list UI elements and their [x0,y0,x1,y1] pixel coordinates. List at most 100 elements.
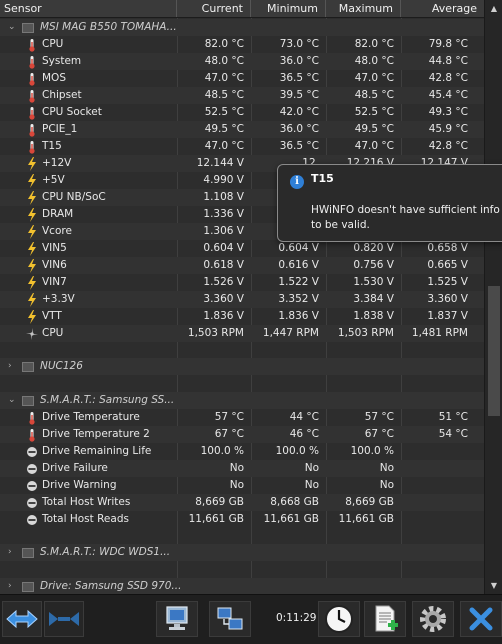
sensor-label: CPU NB/SoC [0,189,177,206]
value-minimum: 0.616 V [278,259,319,271]
scroll-down-icon[interactable]: ▼ [485,577,502,594]
sensor-name: Chipset [42,89,82,101]
network-button[interactable] [209,601,251,637]
value-current: 3.360 V [203,293,244,305]
sensor-group[interactable]: › NUC126 [0,358,484,375]
column-header: Sensor Current Minimum Maximum Average [0,0,484,18]
close-button[interactable] [460,601,502,637]
chip-icon [22,361,34,372]
sensor-name: CPU Socket [42,106,102,118]
group-name: NUC126 [40,360,83,372]
table-row[interactable]: Drive Temperature 2 67 °C 46 °C 67 °C 54 °C [0,426,484,443]
chevron-right-icon[interactable]: › [8,578,18,594]
tooltip-title: T15 [311,172,334,185]
vertical-scrollbar[interactable]: ▲ ▼ [484,0,502,594]
sensor-name: T15 [42,140,62,152]
sensor-group[interactable]: ⌄ MSI MAG B550 TOMAHA... [0,19,484,36]
table-row[interactable]: CPU 82.0 °C 73.0 °C 82.0 °C 79.8 °C [0,36,484,53]
table-row[interactable]: Drive Temperature 57 °C 44 °C 57 °C 51 °C [0,409,484,426]
value-current: 1.336 V [203,208,244,220]
value-minimum: 1,447 RPM [262,327,319,339]
header-minimum[interactable]: Minimum [251,0,326,17]
value-minimum: 46 °C [289,428,319,440]
sensor-group[interactable]: ⌄ S.M.A.R.T.: Samsung SS... [0,392,484,409]
table-row[interactable]: Drive Failure No No No [0,460,484,477]
table-row[interactable]: Total Host Reads 11,661 GB 11,661 GB 11,661… [0,511,484,528]
value-average: 42.8 °C [428,140,468,152]
table-row[interactable]: Drive Warning No No No [0,477,484,494]
sensor-name: Total Host Writes [42,496,131,508]
sensor-name: Drive Temperature 2 [42,428,150,440]
table-row[interactable]: CPU Socket 52.5 °C 42.0 °C 52.5 °C 49.3 °C [0,104,484,121]
table-row[interactable]: T15 47.0 °C 36.5 °C 47.0 °C 42.8 °C [0,138,484,155]
sensor-group[interactable]: › S.M.A.R.T.: WDC WDS1... [0,544,484,561]
clock-button[interactable] [318,601,360,637]
table-row[interactable]: Drive Remaining Life 100.0 % 100.0 % 100.0 … [0,443,484,460]
settings-button[interactable] [412,601,454,637]
chevron-right-icon[interactable]: › [8,544,18,561]
value-maximum: 1.530 V [353,276,394,288]
sensor-label: Drive Warning [0,477,177,494]
value-average: 0.658 V [427,242,468,254]
table-row[interactable]: MOS 47.0 °C 36.5 °C 47.0 °C 42.8 °C [0,70,484,87]
table-row[interactable]: PCIE_1 49.5 °C 36.0 °C 49.5 °C 45.9 °C [0,121,484,138]
chevron-right-icon[interactable]: › [8,358,18,375]
value-current: 48.0 °C [204,55,244,67]
sensor-name: VTT [42,310,62,322]
value-average: 1,481 RPM [411,327,468,339]
chip-icon [22,581,34,592]
scrollbar-thumb[interactable] [488,286,500,416]
value-maximum: 1.838 V [353,310,394,322]
header-maximum[interactable]: Maximum [326,0,401,17]
value-average: 45.4 °C [428,89,468,101]
lightning-icon [26,156,38,171]
header-sensor[interactable]: Sensor [0,0,177,17]
log-button[interactable] [364,601,406,637]
sensor-name: System [42,55,82,67]
thermometer-icon [26,411,38,425]
table-row[interactable]: VIN6 0.618 V 0.616 V 0.756 V 0.665 V [0,257,484,274]
table-row[interactable]: +3.3V 3.360 V 3.352 V 3.384 V 3.360 V [0,291,484,308]
value-maximum: 8,669 GB [345,496,394,508]
thermometer-icon [26,38,38,52]
header-average[interactable]: Average [401,0,484,17]
value-current: 1,503 RPM [187,327,244,339]
table-row[interactable]: Total Host Writes 8,669 GB 8,668 GB 8,669 G… [0,494,484,511]
value-maximum: 0.756 V [353,259,394,271]
value-current: 100.0 % [200,445,244,457]
value-average: 51 °C [438,411,468,423]
value-maximum: No [379,462,394,474]
sensor-label: Total Host Reads [0,511,177,528]
table-row[interactable]: VIN7 1.526 V 1.522 V 1.530 V 1.525 V [0,274,484,291]
sensor-label: MOS [0,70,177,87]
group-name: Drive: Samsung SSD 970... [40,580,182,592]
network-icon [217,607,243,630]
lightning-icon [26,173,38,188]
chevron-down-icon[interactable]: ⌄ [8,19,18,36]
table-row[interactable]: VIN5 0.604 V 0.604 V 0.820 V 0.658 V [0,240,484,257]
group-label: › NUC126 [0,358,83,375]
sensor-label: +12V [0,155,177,172]
value-average: 44.8 °C [428,55,468,67]
disk-icon [26,445,38,459]
value-current: 47.0 °C [204,140,244,152]
value-minimum: 11,661 GB [263,513,319,525]
report-button[interactable] [156,601,198,637]
lightning-icon [26,190,38,205]
sensor-label: Drive Remaining Life [0,443,177,460]
table-row[interactable]: System 48.0 °C 36.0 °C 48.0 °C 44.8 °C [0,53,484,70]
sensor-label: VIN5 [0,240,177,257]
table-row[interactable]: VTT 1.836 V 1.836 V 1.838 V 1.837 V [0,308,484,325]
expand-collapse-button[interactable] [2,601,42,637]
scroll-up-icon[interactable]: ▲ [485,0,502,17]
sensor-group[interactable]: › Drive: Samsung SSD 970... [0,578,484,594]
chevron-down-icon[interactable]: ⌄ [8,392,18,409]
value-minimum: 36.0 °C [279,123,319,135]
value-current: 11,661 GB [188,513,244,525]
sensor-name: +5V [42,174,65,186]
value-maximum: 48.5 °C [354,89,394,101]
table-row[interactable]: CPU 1,503 RPM 1,447 RPM 1,503 RPM 1,481 RPM [0,325,484,342]
table-row[interactable]: Chipset 48.5 °C 39.5 °C 48.5 °C 45.4 °C [0,87,484,104]
collapse-button[interactable] [44,601,84,637]
header-current[interactable]: Current [177,0,251,17]
